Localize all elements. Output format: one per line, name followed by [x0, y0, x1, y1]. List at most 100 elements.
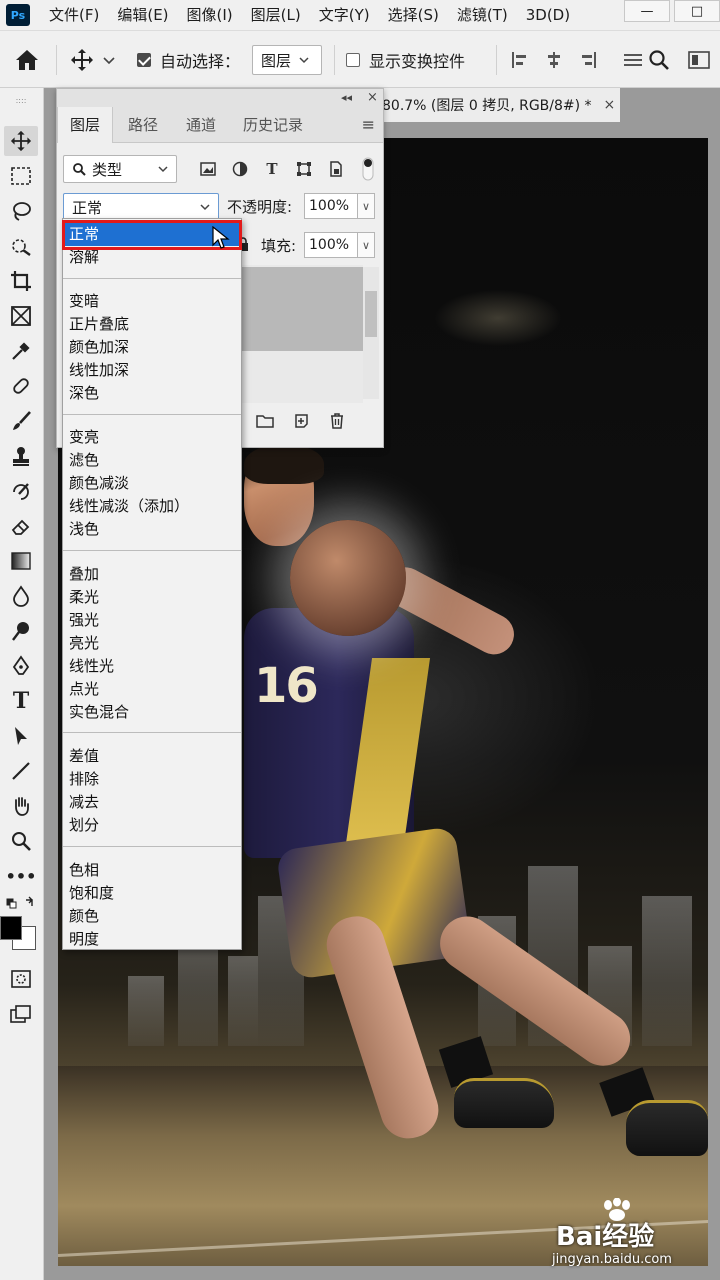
align-left-icon[interactable] [510, 31, 530, 89]
toolbar-grip-icon[interactable]: :::: [4, 94, 38, 106]
align-center-icon[interactable] [544, 31, 564, 89]
blend-option-pin-light[interactable]: 点光 [63, 678, 241, 701]
move-tool-preset-icon[interactable] [70, 31, 118, 89]
tab-channels[interactable]: 通道 [173, 107, 229, 143]
blend-option-divide[interactable]: 划分 [63, 814, 241, 837]
blend-option-soft-light[interactable]: 柔光 [63, 586, 241, 609]
move-tool-icon[interactable] [4, 126, 38, 156]
zoom-tool-icon[interactable] [4, 826, 38, 856]
more-tools-icon[interactable]: ••• [4, 861, 38, 891]
blend-option-color-burn[interactable]: 颜色加深 [63, 336, 241, 359]
filter-adjustment-icon[interactable] [229, 155, 251, 183]
filter-toggle-icon[interactable] [357, 155, 379, 183]
blend-option-hard-mix[interactable]: 实色混合 [63, 701, 241, 724]
blend-option-vivid-light[interactable]: 亮光 [63, 632, 241, 655]
minimize-icon[interactable]: — [624, 0, 670, 22]
eraser-tool-icon[interactable] [4, 511, 38, 541]
fill-input[interactable]: 100% [304, 232, 358, 258]
filter-smart-object-icon[interactable] [325, 155, 347, 183]
panel-menu-icon[interactable]: ≡ [362, 115, 375, 134]
foreground-color-swatch[interactable] [0, 916, 22, 940]
layer-filter-select[interactable]: 类型 [63, 155, 177, 183]
show-transform-checkbox[interactable] [346, 31, 360, 89]
blend-option-saturation[interactable]: 饱和度 [63, 882, 241, 905]
blend-option-exclusion[interactable]: 排除 [63, 768, 241, 791]
menu-select[interactable]: 选择(S) [379, 0, 448, 30]
lasso-tool-icon[interactable] [4, 196, 38, 226]
new-group-icon[interactable] [255, 411, 275, 431]
opacity-dropdown-icon[interactable]: ∨ [357, 193, 375, 219]
filter-pixel-icon[interactable] [197, 155, 219, 183]
home-icon[interactable] [14, 31, 40, 89]
panel-header[interactable]: ◂◂ × [57, 89, 383, 107]
layer-list-scrollbar[interactable] [363, 267, 379, 399]
blend-option-hard-light[interactable]: 强光 [63, 609, 241, 632]
opacity-input[interactable]: 100% [304, 193, 358, 219]
blend-option-linear-burn[interactable]: 线性加深 [63, 359, 241, 382]
workspace-icon[interactable] [688, 31, 710, 89]
blend-option-linear-light[interactable]: 线性光 [63, 655, 241, 678]
blend-option-lighter-color[interactable]: 浅色 [63, 518, 241, 541]
menu-edit[interactable]: 编辑(E) [108, 0, 177, 30]
tab-paths[interactable]: 路径 [115, 107, 171, 143]
blend-option-luminosity[interactable]: 明度 [63, 928, 241, 951]
crop-tool-icon[interactable] [4, 266, 38, 296]
healing-brush-tool-icon[interactable] [4, 371, 38, 401]
align-right-icon[interactable] [578, 31, 598, 89]
menu-file[interactable]: 文件(F) [40, 0, 108, 30]
close-panel-icon[interactable]: × [367, 89, 378, 107]
gradient-tool-icon[interactable] [4, 546, 38, 576]
marquee-tool-icon[interactable] [4, 161, 38, 191]
auto-select-target-select[interactable]: 图层 [252, 45, 322, 75]
blend-option-darken[interactable]: 变暗 [63, 290, 241, 313]
collapse-panel-icon[interactable]: ◂◂ [341, 89, 352, 107]
quick-selection-tool-icon[interactable] [4, 231, 38, 261]
trash-icon[interactable] [327, 411, 347, 431]
eyedropper-tool-icon[interactable] [4, 336, 38, 366]
blend-option-linear-dodge[interactable]: 线性减淡（添加） [63, 495, 241, 518]
stamp-tool-icon[interactable] [4, 441, 38, 471]
restore-icon[interactable]: □ [674, 0, 720, 22]
blend-option-multiply[interactable]: 正片叠底 [63, 313, 241, 336]
filter-type-icon[interactable]: T [261, 155, 283, 183]
dodge-tool-icon[interactable] [4, 616, 38, 646]
menu-3d[interactable]: 3D(D) [517, 0, 579, 30]
auto-select-checkbox[interactable] [137, 31, 151, 89]
menu-type[interactable]: 文字(Y) [310, 0, 379, 30]
blend-option-color[interactable]: 颜色 [63, 905, 241, 928]
frame-tool-icon[interactable] [4, 301, 38, 331]
scrollbar-thumb[interactable] [365, 291, 377, 337]
pen-tool-icon[interactable] [4, 651, 38, 681]
checkbox-unchecked-icon[interactable] [346, 53, 360, 67]
path-selection-tool-icon[interactable] [4, 721, 38, 751]
checkbox-checked-icon[interactable] [137, 53, 151, 67]
close-tab-icon[interactable]: × [604, 97, 616, 113]
menu-layer[interactable]: 图层(L) [242, 0, 310, 30]
blend-option-difference[interactable]: 差值 [63, 745, 241, 768]
menu-image[interactable]: 图像(I) [178, 0, 242, 30]
blend-option-screen[interactable]: 滤色 [63, 449, 241, 472]
menu-filter[interactable]: 滤镜(T) [448, 0, 517, 30]
blend-option-lighten[interactable]: 变亮 [63, 426, 241, 449]
brush-tool-icon[interactable] [4, 406, 38, 436]
distribute-icon[interactable] [622, 31, 644, 89]
blend-option-hue[interactable]: 色相 [63, 859, 241, 882]
fill-dropdown-icon[interactable]: ∨ [357, 232, 375, 258]
blend-option-color-dodge[interactable]: 颜色减淡 [63, 472, 241, 495]
blend-option-subtract[interactable]: 减去 [63, 791, 241, 814]
new-layer-icon[interactable] [291, 411, 311, 431]
blend-option-overlay[interactable]: 叠加 [63, 563, 241, 586]
history-brush-tool-icon[interactable] [4, 476, 38, 506]
tab-history[interactable]: 历史记录 [231, 107, 315, 143]
blend-option-darker-color[interactable]: 深色 [63, 382, 241, 405]
screen-mode-icon[interactable] [4, 999, 38, 1029]
quick-mask-icon[interactable] [4, 964, 38, 994]
hand-tool-icon[interactable] [4, 791, 38, 821]
blend-mode-select[interactable]: 正常 [63, 193, 219, 221]
blur-tool-icon[interactable] [4, 581, 38, 611]
filter-shape-icon[interactable] [293, 155, 315, 183]
type-tool-icon[interactable]: T [4, 686, 38, 716]
search-icon[interactable] [648, 31, 670, 89]
swap-colors-icon[interactable] [4, 894, 38, 916]
tab-layers[interactable]: 图层 [57, 107, 113, 143]
